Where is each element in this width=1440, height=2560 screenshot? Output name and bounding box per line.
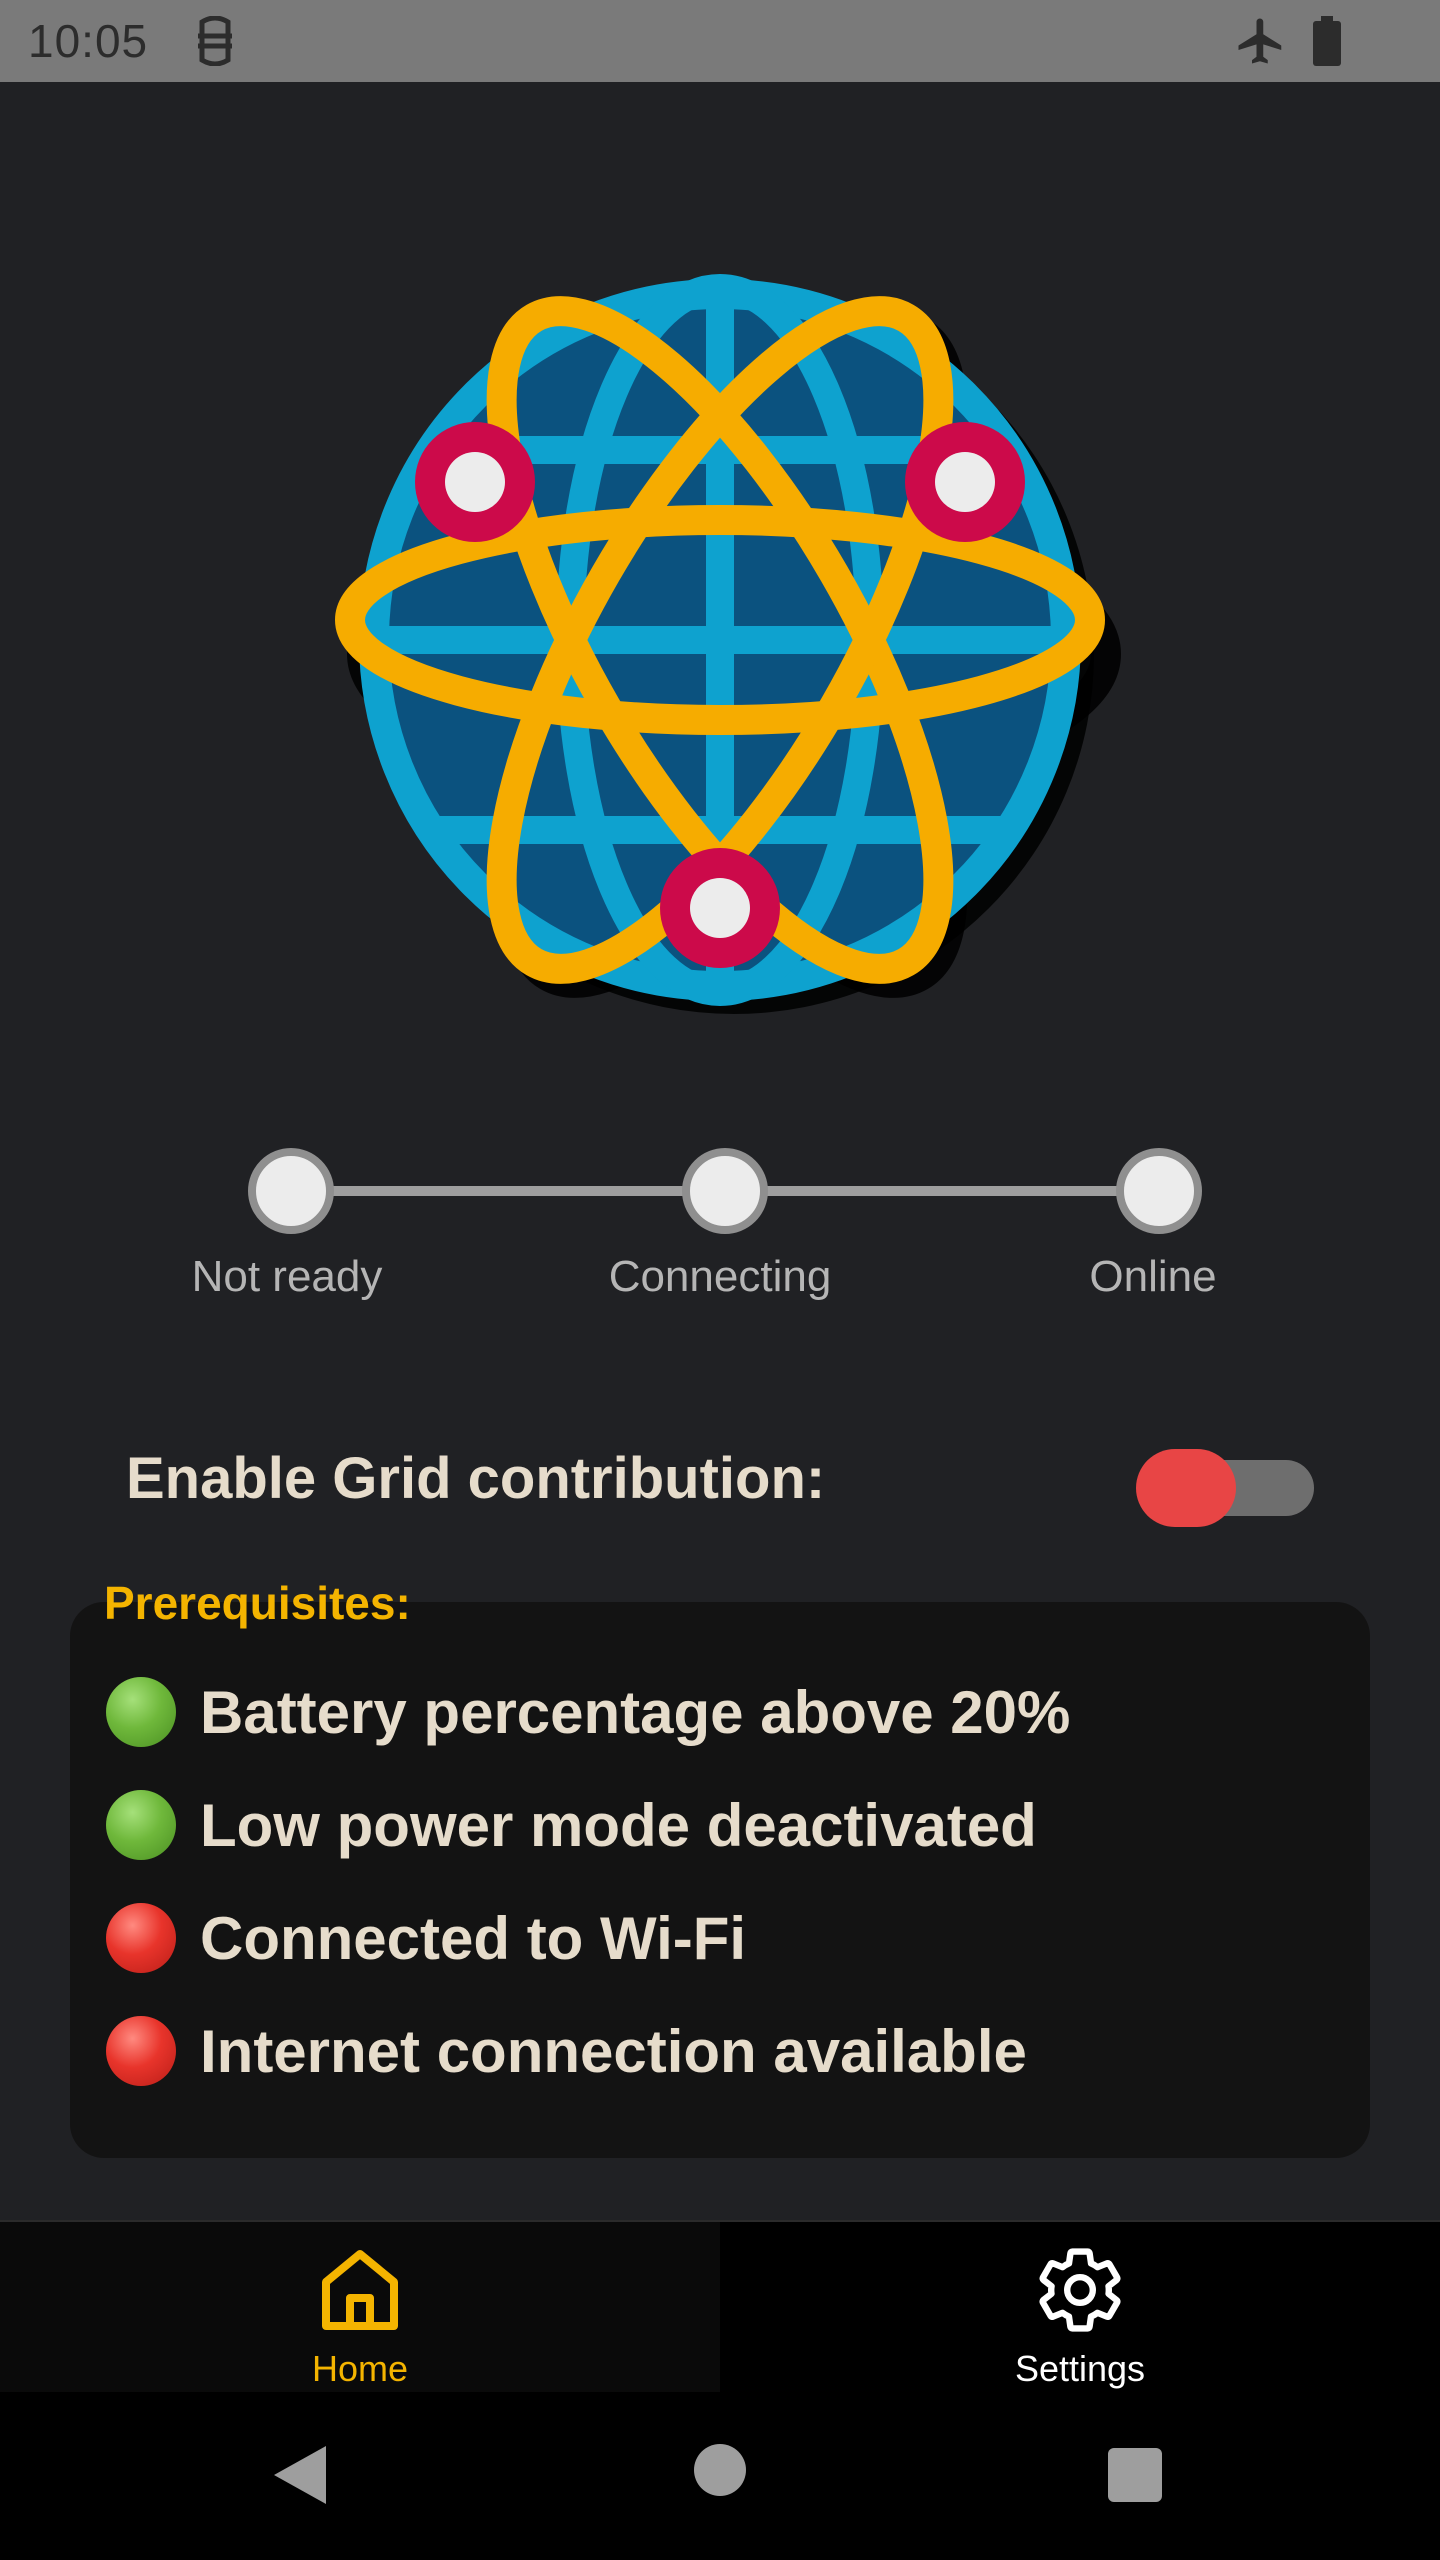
grid-contribution-label: Enable Grid contribution: <box>126 1446 826 1511</box>
system-navigation-bar <box>0 2392 1440 2560</box>
prereq-item-label: Battery percentage above 20% <box>200 1678 1071 1746</box>
nav-label-home: Home <box>311 2348 409 2389</box>
bottom-navigation: Home Settings <box>0 2220 1440 2394</box>
toggle-thumb[interactable] <box>1136 1449 1236 1527</box>
nav-item-home[interactable]: Home <box>0 2222 720 2394</box>
prereq-item: Connected to Wi-Fi <box>106 1898 746 1978</box>
status-fail-icon <box>106 1903 176 1973</box>
battery-icon <box>1313 16 1341 66</box>
prereq-item-label: Low power mode deactivated <box>200 1791 1037 1859</box>
step-dot-not-ready <box>248 1148 334 1234</box>
home-circle-icon[interactable] <box>694 2444 746 2496</box>
nav-item-settings[interactable]: Settings <box>720 2222 1440 2394</box>
step-dot-connecting <box>682 1148 768 1234</box>
recents-icon[interactable] <box>1108 2448 1162 2502</box>
nav-label-settings: Settings <box>1014 2348 1146 2389</box>
prereq-item-label: Internet connection available <box>200 2017 1027 2085</box>
step-label-connecting: Connecting <box>608 1252 832 1301</box>
status-ok-icon <box>106 1677 176 1747</box>
prereq-item-label: Connected to Wi-Fi <box>200 1904 747 1972</box>
status-time: 10:05 <box>28 15 149 67</box>
status-bar: 10:05 <box>0 0 1440 82</box>
step-dot-online <box>1116 1148 1202 1234</box>
status-fail-icon <box>106 2016 176 2086</box>
back-icon[interactable] <box>270 2442 330 2508</box>
step-label-online: Online <box>1089 1252 1217 1301</box>
network-globe-icon <box>335 274 1121 1014</box>
prereq-item: Internet connection available <box>106 2011 1027 2091</box>
step-label-not-ready: Not ready <box>191 1252 383 1301</box>
status-ok-icon <box>106 1790 176 1860</box>
gear-icon <box>1039 2248 1121 2332</box>
prereq-item: Battery percentage above 20% <box>106 1672 1070 1752</box>
airplane-mode-icon <box>1238 18 1282 64</box>
prereq-item: Low power mode deactivated <box>106 1785 1037 1865</box>
app-notification-icon <box>198 16 232 66</box>
prerequisites-title: Prerequisites: <box>104 1577 411 1629</box>
home-icon <box>322 2250 398 2330</box>
